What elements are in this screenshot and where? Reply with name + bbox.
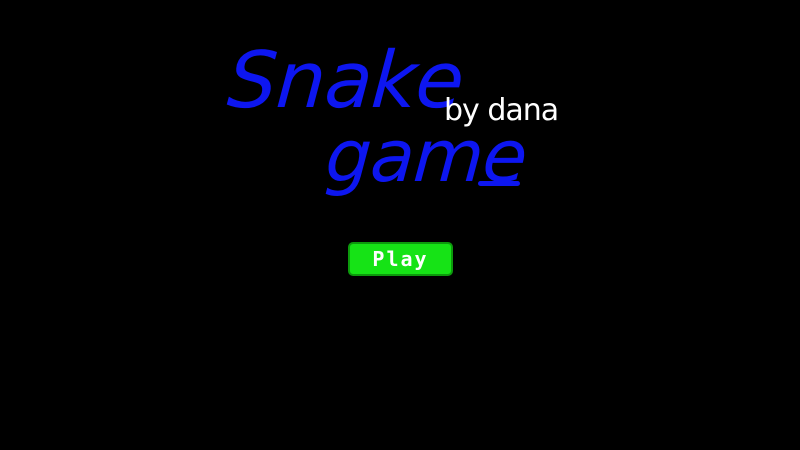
play-button-label: Play	[372, 247, 429, 271]
game-title-snake: Snake	[224, 36, 467, 126]
author-byline: by dana	[444, 93, 559, 128]
game-title-screen: Snake game by dana Play	[0, 0, 800, 450]
title-underline-stroke	[478, 181, 520, 186]
play-button[interactable]: Play	[348, 242, 453, 276]
